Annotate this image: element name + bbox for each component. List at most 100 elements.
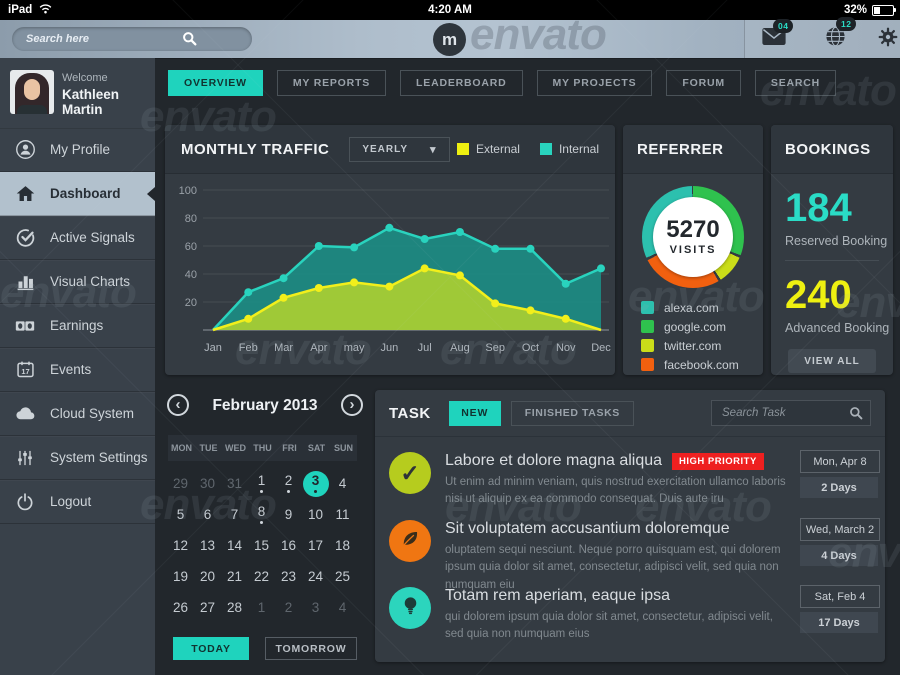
referrer-title: REFERRER bbox=[637, 141, 724, 158]
calendar-day[interactable]: 5 bbox=[167, 499, 194, 530]
sidebar-item-active-signals[interactable]: Active Signals bbox=[0, 216, 155, 260]
day-number: 25 bbox=[335, 570, 350, 584]
calendar-day[interactable]: 17 bbox=[302, 530, 329, 561]
period-dropdown[interactable]: YEARLY ▾ bbox=[349, 137, 449, 162]
check-circle-icon bbox=[0, 227, 50, 248]
sidebar-item-my-profile[interactable]: My Profile bbox=[0, 128, 155, 172]
check-icon: ✓ bbox=[400, 462, 419, 485]
task-icon-circle: ✓ bbox=[389, 452, 431, 494]
calendar-day[interactable]: 2 bbox=[275, 592, 302, 623]
sidebar-item-visual-charts[interactable]: Visual Charts bbox=[0, 260, 155, 304]
task-search-input[interactable] bbox=[711, 400, 871, 426]
leaf-icon bbox=[399, 527, 422, 555]
day-number: 9 bbox=[285, 508, 293, 522]
sidebar-item-events[interactable]: 17Events bbox=[0, 348, 155, 392]
mail-icon[interactable]: 04 bbox=[761, 27, 787, 51]
search-input[interactable] bbox=[12, 27, 252, 51]
new-task-button[interactable]: NEW bbox=[449, 401, 501, 426]
sidebar-item-system-settings[interactable]: System Settings bbox=[0, 436, 155, 480]
tab-my-projects[interactable]: MY PROJECTS bbox=[537, 70, 653, 96]
svg-text:Apr: Apr bbox=[310, 342, 327, 354]
sidebar-item-label: Events bbox=[50, 362, 91, 377]
advanced-label: Advanced Booking bbox=[785, 321, 893, 335]
calendar-day[interactable]: 4 bbox=[329, 592, 356, 623]
calendar-day[interactable]: 7 bbox=[221, 499, 248, 530]
legend-swatch bbox=[540, 143, 552, 155]
calendar-day[interactable]: 28 bbox=[221, 592, 248, 623]
calendar-day[interactable]: 6 bbox=[194, 499, 221, 530]
calendar-next-button[interactable]: › bbox=[341, 394, 363, 416]
globe-icon[interactable]: 12 bbox=[824, 25, 847, 53]
sidebar-item-earnings[interactable]: Earnings bbox=[0, 304, 155, 348]
svg-text:20: 20 bbox=[185, 297, 197, 309]
app-logo[interactable]: m bbox=[433, 23, 466, 56]
tab-forum[interactable]: FORUM bbox=[666, 70, 741, 96]
calendar-day[interactable]: 23 bbox=[275, 561, 302, 592]
traffic-legend: ExternalInternal bbox=[457, 142, 599, 156]
day-number: 18 bbox=[335, 539, 350, 553]
calendar-day[interactable]: 19 bbox=[167, 561, 194, 592]
legend-label: alexa.com bbox=[664, 301, 719, 315]
traffic-chart: 20406080100JanFebMarAprmayJunJulAugSepOc… bbox=[165, 174, 615, 374]
tab-overview[interactable]: OVERVIEW bbox=[168, 70, 263, 96]
day-number: 24 bbox=[308, 570, 323, 584]
calendar-day[interactable]: 31 bbox=[221, 468, 248, 499]
calendar-day[interactable]: 1 bbox=[248, 468, 275, 499]
calendar-day[interactable]: 12 bbox=[167, 530, 194, 561]
calendar-day[interactable]: 22 bbox=[248, 561, 275, 592]
tab-leaderboard[interactable]: LEADERBOARD bbox=[400, 70, 522, 96]
day-number: 12 bbox=[173, 539, 188, 553]
tomorrow-button[interactable]: TOMORROW bbox=[265, 637, 357, 660]
gear-icon[interactable] bbox=[877, 26, 899, 53]
calendar-day[interactable]: 21 bbox=[221, 561, 248, 592]
calendar-day[interactable]: 30 bbox=[194, 468, 221, 499]
sidebar-item-dashboard[interactable]: Dashboard bbox=[0, 172, 155, 216]
bulb-icon bbox=[399, 594, 422, 622]
tab-search[interactable]: SEARCH bbox=[755, 70, 836, 96]
task-date-chip: Wed, March 2 bbox=[800, 518, 880, 541]
bar-chart-icon bbox=[0, 271, 50, 292]
task-search-icon[interactable] bbox=[849, 406, 863, 425]
calendar-day[interactable]: 2 bbox=[275, 468, 302, 499]
task-item-title: Labore et dolore magna aliqua bbox=[445, 452, 662, 470]
legend-swatch bbox=[641, 358, 654, 371]
task-row[interactable]: Totam rem aperiam, eaque ipsaqui dolorem… bbox=[375, 585, 885, 647]
calendar-day[interactable]: 20 bbox=[194, 561, 221, 592]
calendar-day[interactable]: 27 bbox=[194, 592, 221, 623]
tab-my-reports[interactable]: MY REPORTS bbox=[277, 70, 386, 96]
calendar-day[interactable]: 29 bbox=[167, 468, 194, 499]
finished-tasks-button[interactable]: FINISHED TASKS bbox=[511, 401, 634, 426]
calendar-day[interactable]: 14 bbox=[221, 530, 248, 561]
sidebar-item-logout[interactable]: Logout bbox=[0, 480, 155, 524]
calendar-day[interactable]: 18 bbox=[329, 530, 356, 561]
calendar-day[interactable]: 3 bbox=[302, 592, 329, 623]
calendar-day-selected[interactable]: 3 bbox=[302, 468, 329, 499]
calendar-day[interactable]: 16 bbox=[275, 530, 302, 561]
calendar-day[interactable]: 13 bbox=[194, 530, 221, 561]
calendar: ‹ February 2013 › MONTUEWEDTHUFRISATSUN … bbox=[165, 392, 365, 660]
sidebar-item-label: Active Signals bbox=[50, 230, 135, 245]
calendar-prev-button[interactable]: ‹ bbox=[167, 394, 189, 416]
sidebar-item-cloud-system[interactable]: Cloud System bbox=[0, 392, 155, 436]
referrer-legend-item-alexa-com: alexa.com bbox=[641, 298, 763, 317]
calendar-day[interactable]: 4 bbox=[329, 468, 356, 499]
referrer-panel: REFERRER 5270 VISITS alexa.comgoogle.com… bbox=[623, 125, 763, 375]
day-number: 3 bbox=[312, 601, 320, 615]
calendar-day[interactable]: 9 bbox=[275, 499, 302, 530]
calendar-day[interactable]: 26 bbox=[167, 592, 194, 623]
task-row[interactable]: Sit voluptatem accusantium doloremqueolu… bbox=[375, 518, 885, 580]
today-button[interactable]: TODAY bbox=[173, 637, 249, 660]
day-number: 30 bbox=[200, 477, 215, 491]
battery-icon bbox=[872, 5, 894, 16]
task-row[interactable]: ✓Labore et dolore magna aliquaHIGH PRIOR… bbox=[375, 450, 885, 512]
calendar-day[interactable]: 1 bbox=[248, 592, 275, 623]
search-icon[interactable] bbox=[182, 31, 197, 51]
calendar-day[interactable]: 10 bbox=[302, 499, 329, 530]
calendar-day[interactable]: 15 bbox=[248, 530, 275, 561]
calendar-day[interactable]: 25 bbox=[329, 561, 356, 592]
view-all-button[interactable]: VIEW ALL bbox=[788, 349, 876, 373]
calendar-day[interactable]: 11 bbox=[329, 499, 356, 530]
day-number: 16 bbox=[281, 539, 296, 553]
calendar-day[interactable]: 8 bbox=[248, 499, 275, 530]
calendar-day[interactable]: 24 bbox=[302, 561, 329, 592]
